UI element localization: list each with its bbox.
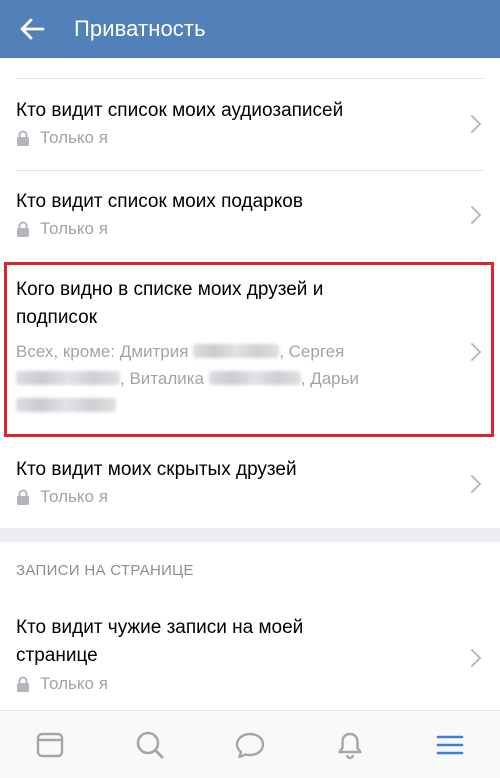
divider bbox=[16, 78, 484, 79]
chevron-right-icon bbox=[471, 475, 482, 493]
back-arrow-icon bbox=[20, 18, 45, 40]
section-header: ЗАПИСИ НА СТРАНИЦЕ bbox=[16, 562, 194, 579]
setting-title: Кто видит список моих подарков bbox=[16, 191, 303, 212]
setting-value-text: Только я bbox=[40, 674, 108, 693]
setting-value: Только я bbox=[16, 219, 108, 239]
setting-value-text: Только я bbox=[40, 487, 108, 506]
news-icon bbox=[36, 732, 64, 757]
chevron-right-icon bbox=[471, 115, 482, 133]
bottom-navigation bbox=[0, 710, 500, 778]
notifications-icon bbox=[338, 732, 362, 759]
page-title: Приватность bbox=[74, 16, 206, 41]
lock-icon bbox=[16, 221, 30, 238]
setting-title: Кто видит моих скрытых друзей bbox=[16, 459, 297, 480]
setting-hidden-friends[interactable]: Кто видит моих скрытых друзей Только я bbox=[0, 438, 500, 528]
nav-messages[interactable] bbox=[200, 711, 300, 778]
search-icon bbox=[136, 731, 164, 758]
setting-value: Только я bbox=[16, 487, 108, 507]
setting-title: Кто видит список моих аудиозаписей bbox=[16, 100, 344, 121]
nav-search[interactable] bbox=[100, 711, 200, 778]
setting-value-text: Только я bbox=[40, 128, 108, 147]
app-bar: Приватность bbox=[0, 0, 500, 58]
chevron-right-icon bbox=[471, 649, 482, 667]
chevron-right-icon bbox=[471, 206, 482, 224]
setting-gifts-privacy[interactable]: Кто видит список моих подарков Только я bbox=[0, 171, 500, 261]
setting-value: Только я bbox=[16, 128, 108, 148]
nav-menu[interactable] bbox=[400, 711, 500, 778]
menu-icon bbox=[436, 735, 464, 754]
nav-notifications[interactable] bbox=[300, 711, 400, 778]
section-separator bbox=[0, 528, 500, 542]
highlight-frame bbox=[4, 262, 494, 437]
setting-audio-privacy[interactable]: Кто видит список моих аудиозаписей Тольк… bbox=[0, 80, 500, 170]
setting-value-text: Только я bbox=[40, 219, 108, 238]
lock-icon bbox=[16, 489, 30, 506]
settings-list: Кто видит список моих аудиозаписей Тольк… bbox=[0, 58, 500, 710]
setting-wall-posts[interactable]: Кто видит чужие записи на моей странице … bbox=[0, 598, 500, 710]
lock-icon bbox=[16, 130, 30, 147]
lock-icon bbox=[16, 676, 30, 693]
setting-title-line1: Кто видит чужие записи на моей bbox=[16, 617, 304, 638]
back-button[interactable] bbox=[0, 0, 68, 58]
messages-icon bbox=[235, 732, 265, 758]
nav-news[interactable] bbox=[0, 711, 100, 778]
setting-value: Только я bbox=[16, 674, 108, 694]
setting-title-line2: странице bbox=[16, 645, 98, 666]
